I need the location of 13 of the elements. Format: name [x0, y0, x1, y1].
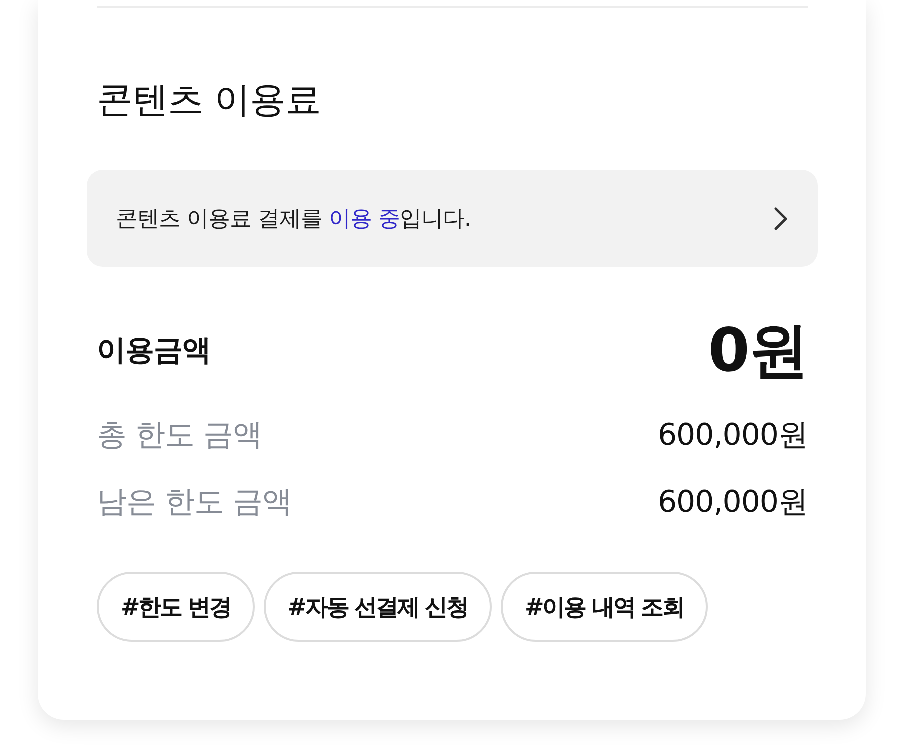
- usage-amount: 0원: [708, 315, 808, 387]
- usage-label: 이용금액: [97, 332, 211, 369]
- section-title: 콘텐츠 이용료: [97, 79, 322, 123]
- limit-label: 남은 한도 금액: [97, 484, 292, 522]
- notice-text: 콘텐츠 이용료 결제를 이용 중입니다.: [116, 206, 471, 234]
- tag-chip[interactable]: #한도 변경: [97, 572, 255, 642]
- tag-chip[interactable]: #이용 내역 조회: [500, 572, 708, 642]
- limit-value: 600,000원: [658, 416, 808, 454]
- chevron-right-icon: [774, 206, 788, 230]
- tag-chip[interactable]: #자동 선결제 신청: [264, 572, 492, 642]
- limit-value: 600,000원: [658, 484, 808, 522]
- limit-label: 총 한도 금액: [97, 416, 263, 454]
- notice-banner[interactable]: 콘텐츠 이용료 결제를 이용 중입니다.: [87, 170, 818, 267]
